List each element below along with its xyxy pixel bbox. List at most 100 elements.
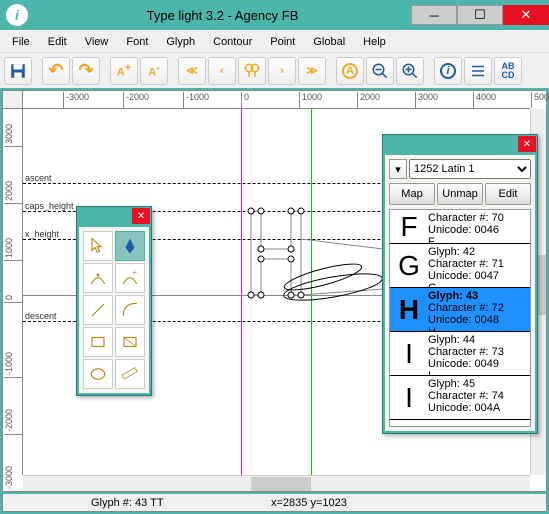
curve-add-tool[interactable]: + (115, 263, 145, 293)
glyph-row[interactable]: I Glyph: 45Character #: 74Unicode: 004A (390, 376, 530, 420)
encoding-prev-button[interactable]: ▾ (389, 159, 407, 179)
menu-file[interactable]: File (4, 34, 38, 50)
menu-glyph[interactable]: Glyph (158, 34, 203, 50)
tools-close-button[interactable]: ✕ (132, 208, 150, 224)
rect-tool[interactable] (83, 327, 113, 357)
measure-tool[interactable] (115, 359, 145, 389)
glyph-char: G (390, 244, 428, 287)
glyph-char: F (390, 210, 428, 243)
ellipse-tool[interactable] (83, 359, 113, 389)
size-up-button[interactable]: A+ (110, 57, 138, 85)
contour-node[interactable] (258, 246, 265, 253)
last-button[interactable]: ≫ (298, 57, 326, 85)
menu-view[interactable]: View (77, 34, 117, 50)
contour-node[interactable] (248, 208, 255, 215)
ruler-tick: 3000 (4, 124, 22, 147)
line-tool[interactable] (83, 295, 113, 325)
menu-font[interactable]: Font (118, 34, 156, 50)
highlight-button[interactable]: A (336, 57, 364, 85)
horizontal-scrollbar[interactable] (23, 475, 530, 491)
ruler-tick: -3000 (4, 466, 22, 492)
rect2-tool[interactable] (115, 327, 145, 357)
contour-node[interactable] (288, 208, 295, 215)
svg-text:+: + (132, 269, 137, 277)
pen-tool[interactable] (115, 231, 145, 261)
prev-button[interactable]: ‹ (208, 57, 236, 85)
curve-edit-tool[interactable] (83, 263, 113, 293)
edit-button[interactable]: Edit (485, 183, 531, 205)
status-coords: x=2835 y=1023 (271, 497, 347, 509)
ruler-tick: 5000 (531, 92, 549, 108)
charmap-button[interactable]: ABCD (494, 57, 522, 85)
info-button[interactable]: i (434, 57, 462, 85)
redo-button[interactable]: ↷ (72, 57, 100, 85)
menubar: File Edit View Font Glyph Contour Point … (0, 30, 549, 52)
glyph-panel-close-button[interactable]: ✕ (518, 136, 536, 152)
ruler-tick: -2000 (123, 92, 149, 108)
curve-tool[interactable] (115, 295, 145, 325)
minimize-button[interactable]: ─ (411, 5, 457, 25)
window-title: Type light 3.2 - Agency FB (34, 8, 411, 23)
ruler-corner (3, 91, 23, 109)
menu-point[interactable]: Point (262, 34, 303, 50)
vertical-ruler: 3000 2000 1000 0 -1000 -2000 -3000 (3, 109, 23, 475)
menu-help[interactable]: Help (355, 34, 394, 50)
contour-node[interactable] (288, 292, 295, 299)
pointer-tool[interactable] (83, 231, 113, 261)
undo-button[interactable]: ↶ (42, 57, 70, 85)
map-button[interactable]: Map (389, 183, 435, 205)
menu-global[interactable]: Global (305, 34, 353, 50)
first-button[interactable]: ≪ (178, 57, 206, 85)
save-button[interactable] (4, 57, 32, 85)
statusbar: Glyph #: 43 TT x=2835 y=1023 (2, 494, 547, 512)
glyph-char: I (390, 376, 428, 419)
contour-node[interactable] (248, 292, 255, 299)
glyph-row-selected[interactable]: H Glyph: 43Character #: 72Unicode: 0048H (390, 288, 530, 332)
unmap-button[interactable]: Unmap (437, 183, 483, 205)
glyph-panel: ✕ ▾ 1252 Latin 1 Map Unmap Edit F Charac… (382, 134, 538, 434)
contour-node[interactable] (258, 208, 265, 215)
ruler-tick: 2000 (357, 92, 380, 108)
size-down-button[interactable]: A- (140, 57, 168, 85)
next-button[interactable]: › (268, 57, 296, 85)
list-button[interactable] (464, 57, 492, 85)
tools-panel: ✕ + (76, 206, 152, 396)
glyph-row[interactable]: G Glyph: 42Character #: 71Unicode: 0047G (390, 244, 530, 288)
contour-node[interactable] (288, 256, 295, 263)
ruler-tick: 4000 (473, 92, 496, 108)
glyph-row[interactable]: I Glyph: 44Character #: 73Unicode: 0049I (390, 332, 530, 376)
scrollbar-thumb[interactable] (251, 477, 311, 491)
horizontal-ruler: -3000 -2000 -1000 0 1000 2000 3000 4000 … (23, 91, 530, 109)
menu-edit[interactable]: Edit (40, 34, 75, 50)
encoding-select[interactable]: 1252 Latin 1 (409, 159, 531, 179)
status-glyph: Glyph #: 43 TT (11, 497, 271, 509)
zoom-out-button[interactable] (366, 57, 394, 85)
contour-node[interactable] (258, 292, 265, 299)
glyph-char: I (390, 332, 428, 375)
ruler-tick: 1000 (4, 238, 22, 261)
contour-node[interactable] (258, 256, 265, 263)
glyph-char: H (390, 288, 428, 331)
glyph-info: Glyph: 43Character #: 72Unicode: 0048H (428, 288, 530, 331)
contour-node[interactable] (298, 208, 305, 215)
contour-node[interactable] (298, 292, 305, 299)
ruler-tick: -1000 (183, 92, 209, 108)
ruler-tick: -1000 (4, 352, 22, 378)
zoom-in-button[interactable] (396, 57, 424, 85)
ruler-tick: -2000 (4, 409, 22, 435)
close-button[interactable]: ✕ (503, 5, 549, 25)
menu-contour[interactable]: Contour (205, 34, 260, 50)
glyph-list[interactable]: F Character #: 70Unicode: 0046F G Glyph:… (389, 209, 531, 427)
contour-node[interactable] (288, 246, 295, 253)
glyph-info: Character #: 70Unicode: 0046F (428, 210, 530, 243)
ruler-tick: 3000 (415, 92, 438, 108)
glyph-info: Glyph: 42Character #: 71Unicode: 0047G (428, 244, 530, 287)
find-button[interactable] (238, 57, 266, 85)
titlebar: i Type light 3.2 - Agency FB ─ ☐ ✕ (0, 0, 549, 30)
app-icon: i (6, 4, 28, 26)
ruler-tick: 0 (4, 295, 22, 303)
ruler-tick: 1000 (299, 92, 322, 108)
toolbar: ↶ ↷ A+ A- ≪ ‹ › ≫ A i ABCD (0, 52, 549, 88)
glyph-row[interactable]: F Character #: 70Unicode: 0046F (390, 210, 530, 244)
maximize-button[interactable]: ☐ (457, 5, 503, 25)
